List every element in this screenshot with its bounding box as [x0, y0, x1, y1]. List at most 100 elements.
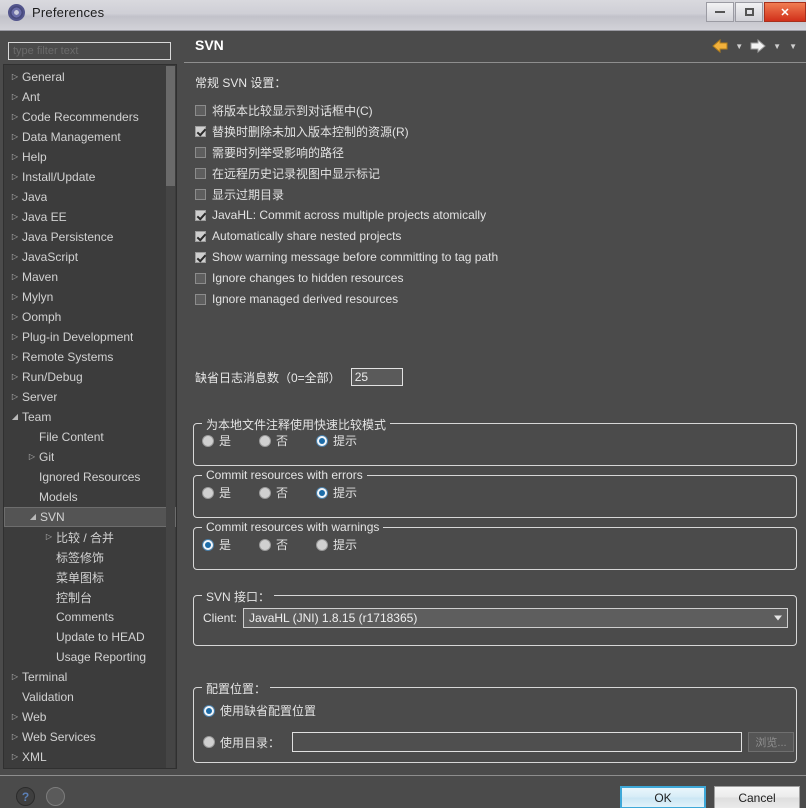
sidebar-item-ignored-resources[interactable]: ▷Ignored Resources: [4, 467, 176, 487]
checkbox-row[interactable]: 显示过期目录: [195, 186, 284, 202]
radio-option[interactable]: 否: [259, 484, 288, 501]
sidebar-item-general[interactable]: ▷ General: [4, 67, 176, 87]
expand-arrow-right-icon[interactable]: ▷: [8, 313, 22, 321]
sidebar-item-comments[interactable]: ▷Comments: [4, 607, 176, 627]
expand-arrow-right-icon[interactable]: ▷: [8, 253, 22, 261]
radio-option[interactable]: 提示: [316, 432, 357, 449]
expand-arrow-right-icon[interactable]: ▷: [8, 353, 22, 361]
radio-option[interactable]: 否: [259, 432, 288, 449]
expand-arrow-right-icon[interactable]: ▷: [8, 733, 22, 741]
expand-arrow-right-icon[interactable]: ▷: [8, 293, 22, 301]
back-arrow-icon[interactable]: [710, 38, 730, 54]
expand-arrow-right-icon[interactable]: ▷: [8, 673, 22, 681]
radio-option[interactable]: 是: [202, 536, 231, 553]
checkbox-row[interactable]: 在远程历史记录视图中显示标记: [195, 165, 380, 181]
checkbox-row[interactable]: Ignore changes to hidden resources: [195, 270, 403, 286]
sidebar-item-git[interactable]: ▷ Git: [4, 447, 176, 467]
checkbox-row[interactable]: 需要时列举受影响的路径: [195, 144, 344, 160]
circle-icon[interactable]: [46, 787, 65, 806]
forward-menu-chevron-down-icon[interactable]: ▼: [770, 42, 784, 51]
sidebar-item-[interactable]: ▷控制台: [4, 587, 176, 607]
custom-directory-radio[interactable]: [203, 736, 215, 748]
expand-arrow-right-icon[interactable]: ▷: [42, 533, 56, 541]
sidebar-item-run-debug[interactable]: ▷ Run/Debug: [4, 367, 176, 387]
sidebar-item-xml[interactable]: ▷ XML: [4, 747, 176, 767]
maximize-button[interactable]: [735, 2, 763, 22]
sidebar-item-plug-in-development[interactable]: ▷ Plug-in Development: [4, 327, 176, 347]
search-input[interactable]: [8, 42, 171, 60]
radio-option[interactable]: 否: [259, 536, 288, 553]
panel-menu-chevron-down-icon[interactable]: ▼: [786, 42, 800, 51]
radio-button[interactable]: [316, 538, 329, 551]
sidebar-item-java-persistence[interactable]: ▷ Java Persistence: [4, 227, 176, 247]
checkbox-2[interactable]: [195, 125, 206, 137]
question-mark-icon[interactable]: ?: [16, 787, 35, 806]
checkbox-row[interactable]: Show warning message before committing t…: [195, 249, 498, 265]
sidebar-item-usage-reporting[interactable]: ▷Usage Reporting: [4, 647, 176, 667]
sidebar-item-svn[interactable]: ◢ SVN: [4, 507, 176, 527]
expand-arrow-right-icon[interactable]: ▷: [8, 133, 22, 141]
forward-arrow-icon[interactable]: [748, 38, 768, 54]
client-select[interactable]: JavaHL (JNI) 1.8.15 (r1718365): [243, 608, 789, 628]
tree-scrollbar-thumb[interactable]: [166, 66, 175, 186]
checkbox-row[interactable]: Automatically share nested projects: [195, 228, 401, 244]
checkbox-row[interactable]: Ignore managed derived resources: [195, 291, 398, 307]
sidebar-item-javascript[interactable]: ▷ JavaScript: [4, 247, 176, 267]
checkbox-row[interactable]: 将版本比较显示到对话框中(C): [195, 102, 373, 118]
radio-button[interactable]: [202, 434, 214, 447]
radio-button[interactable]: [202, 486, 214, 499]
sidebar-item-web-services[interactable]: ▷ Web Services: [4, 727, 176, 747]
sidebar-item-mylyn[interactable]: ▷ Mylyn: [4, 287, 176, 307]
sidebar-item-models[interactable]: ▷Models: [4, 487, 176, 507]
expand-arrow-right-icon[interactable]: ▷: [8, 713, 22, 721]
expand-arrow-right-icon[interactable]: ▷: [8, 213, 22, 221]
radio-button[interactable]: [202, 538, 214, 551]
sidebar-item-team[interactable]: ◢ Team: [4, 407, 176, 427]
sidebar-item-ant[interactable]: ▷ Ant: [4, 87, 176, 107]
radio-option[interactable]: 提示: [316, 536, 357, 553]
cancel-button[interactable]: Cancel: [714, 786, 800, 808]
expand-arrow-right-icon[interactable]: ▷: [8, 333, 22, 341]
radio-button[interactable]: [259, 538, 272, 551]
radio-button[interactable]: [316, 434, 329, 447]
checkbox-row[interactable]: 替换时删除未加入版本控制的资源(R): [195, 123, 409, 139]
sidebar-item-[interactable]: ▷ 比较 / 合并: [4, 527, 176, 547]
checkbox-1[interactable]: [195, 104, 206, 116]
log-messages-input[interactable]: [350, 368, 403, 386]
expand-arrow-right-icon[interactable]: ▷: [8, 393, 22, 401]
radio-option[interactable]: 是: [202, 432, 231, 449]
checkbox-8[interactable]: [195, 251, 206, 263]
radio-button[interactable]: [259, 486, 272, 499]
checkbox-4[interactable]: [195, 167, 206, 179]
ok-button[interactable]: OK: [620, 786, 706, 808]
sidebar-item-data-management[interactable]: ▷ Data Management: [4, 127, 176, 147]
checkbox-10[interactable]: [195, 293, 206, 305]
sidebar-item-install-update[interactable]: ▷ Install/Update: [4, 167, 176, 187]
expand-arrow-right-icon[interactable]: ▷: [8, 273, 22, 281]
expand-arrow-down-icon[interactable]: ◢: [26, 513, 40, 521]
sidebar-item-web[interactable]: ▷ Web: [4, 707, 176, 727]
expand-arrow-right-icon[interactable]: ▷: [8, 173, 22, 181]
default-location-radio[interactable]: [203, 704, 215, 717]
expand-arrow-right-icon[interactable]: ▷: [8, 233, 22, 241]
sidebar-item-update-to-head[interactable]: ▷Update to HEAD: [4, 627, 176, 647]
expand-arrow-right-icon[interactable]: ▷: [8, 153, 22, 161]
sidebar-item-java[interactable]: ▷ Java: [4, 187, 176, 207]
checkbox-5[interactable]: [195, 188, 206, 200]
sidebar-item-remote-systems[interactable]: ▷ Remote Systems: [4, 347, 176, 367]
radio-option[interactable]: 是: [202, 484, 231, 501]
expand-arrow-right-icon[interactable]: ▷: [8, 73, 22, 81]
back-menu-chevron-down-icon[interactable]: ▼: [732, 42, 746, 51]
directory-path-input[interactable]: [292, 732, 743, 752]
checkbox-9[interactable]: [195, 272, 206, 284]
sidebar-item-code-recommenders[interactable]: ▷ Code Recommenders: [4, 107, 176, 127]
tree-scrollbar[interactable]: [166, 66, 175, 768]
expand-arrow-right-icon[interactable]: ▷: [8, 753, 22, 761]
sidebar-item-maven[interactable]: ▷ Maven: [4, 267, 176, 287]
checkbox-7[interactable]: [195, 230, 206, 242]
radio-button[interactable]: [259, 434, 272, 447]
sidebar-item-server[interactable]: ▷ Server: [4, 387, 176, 407]
sidebar-item-[interactable]: ▷菜单图标: [4, 567, 176, 587]
checkbox-3[interactable]: [195, 146, 206, 158]
sidebar-item-oomph[interactable]: ▷ Oomph: [4, 307, 176, 327]
